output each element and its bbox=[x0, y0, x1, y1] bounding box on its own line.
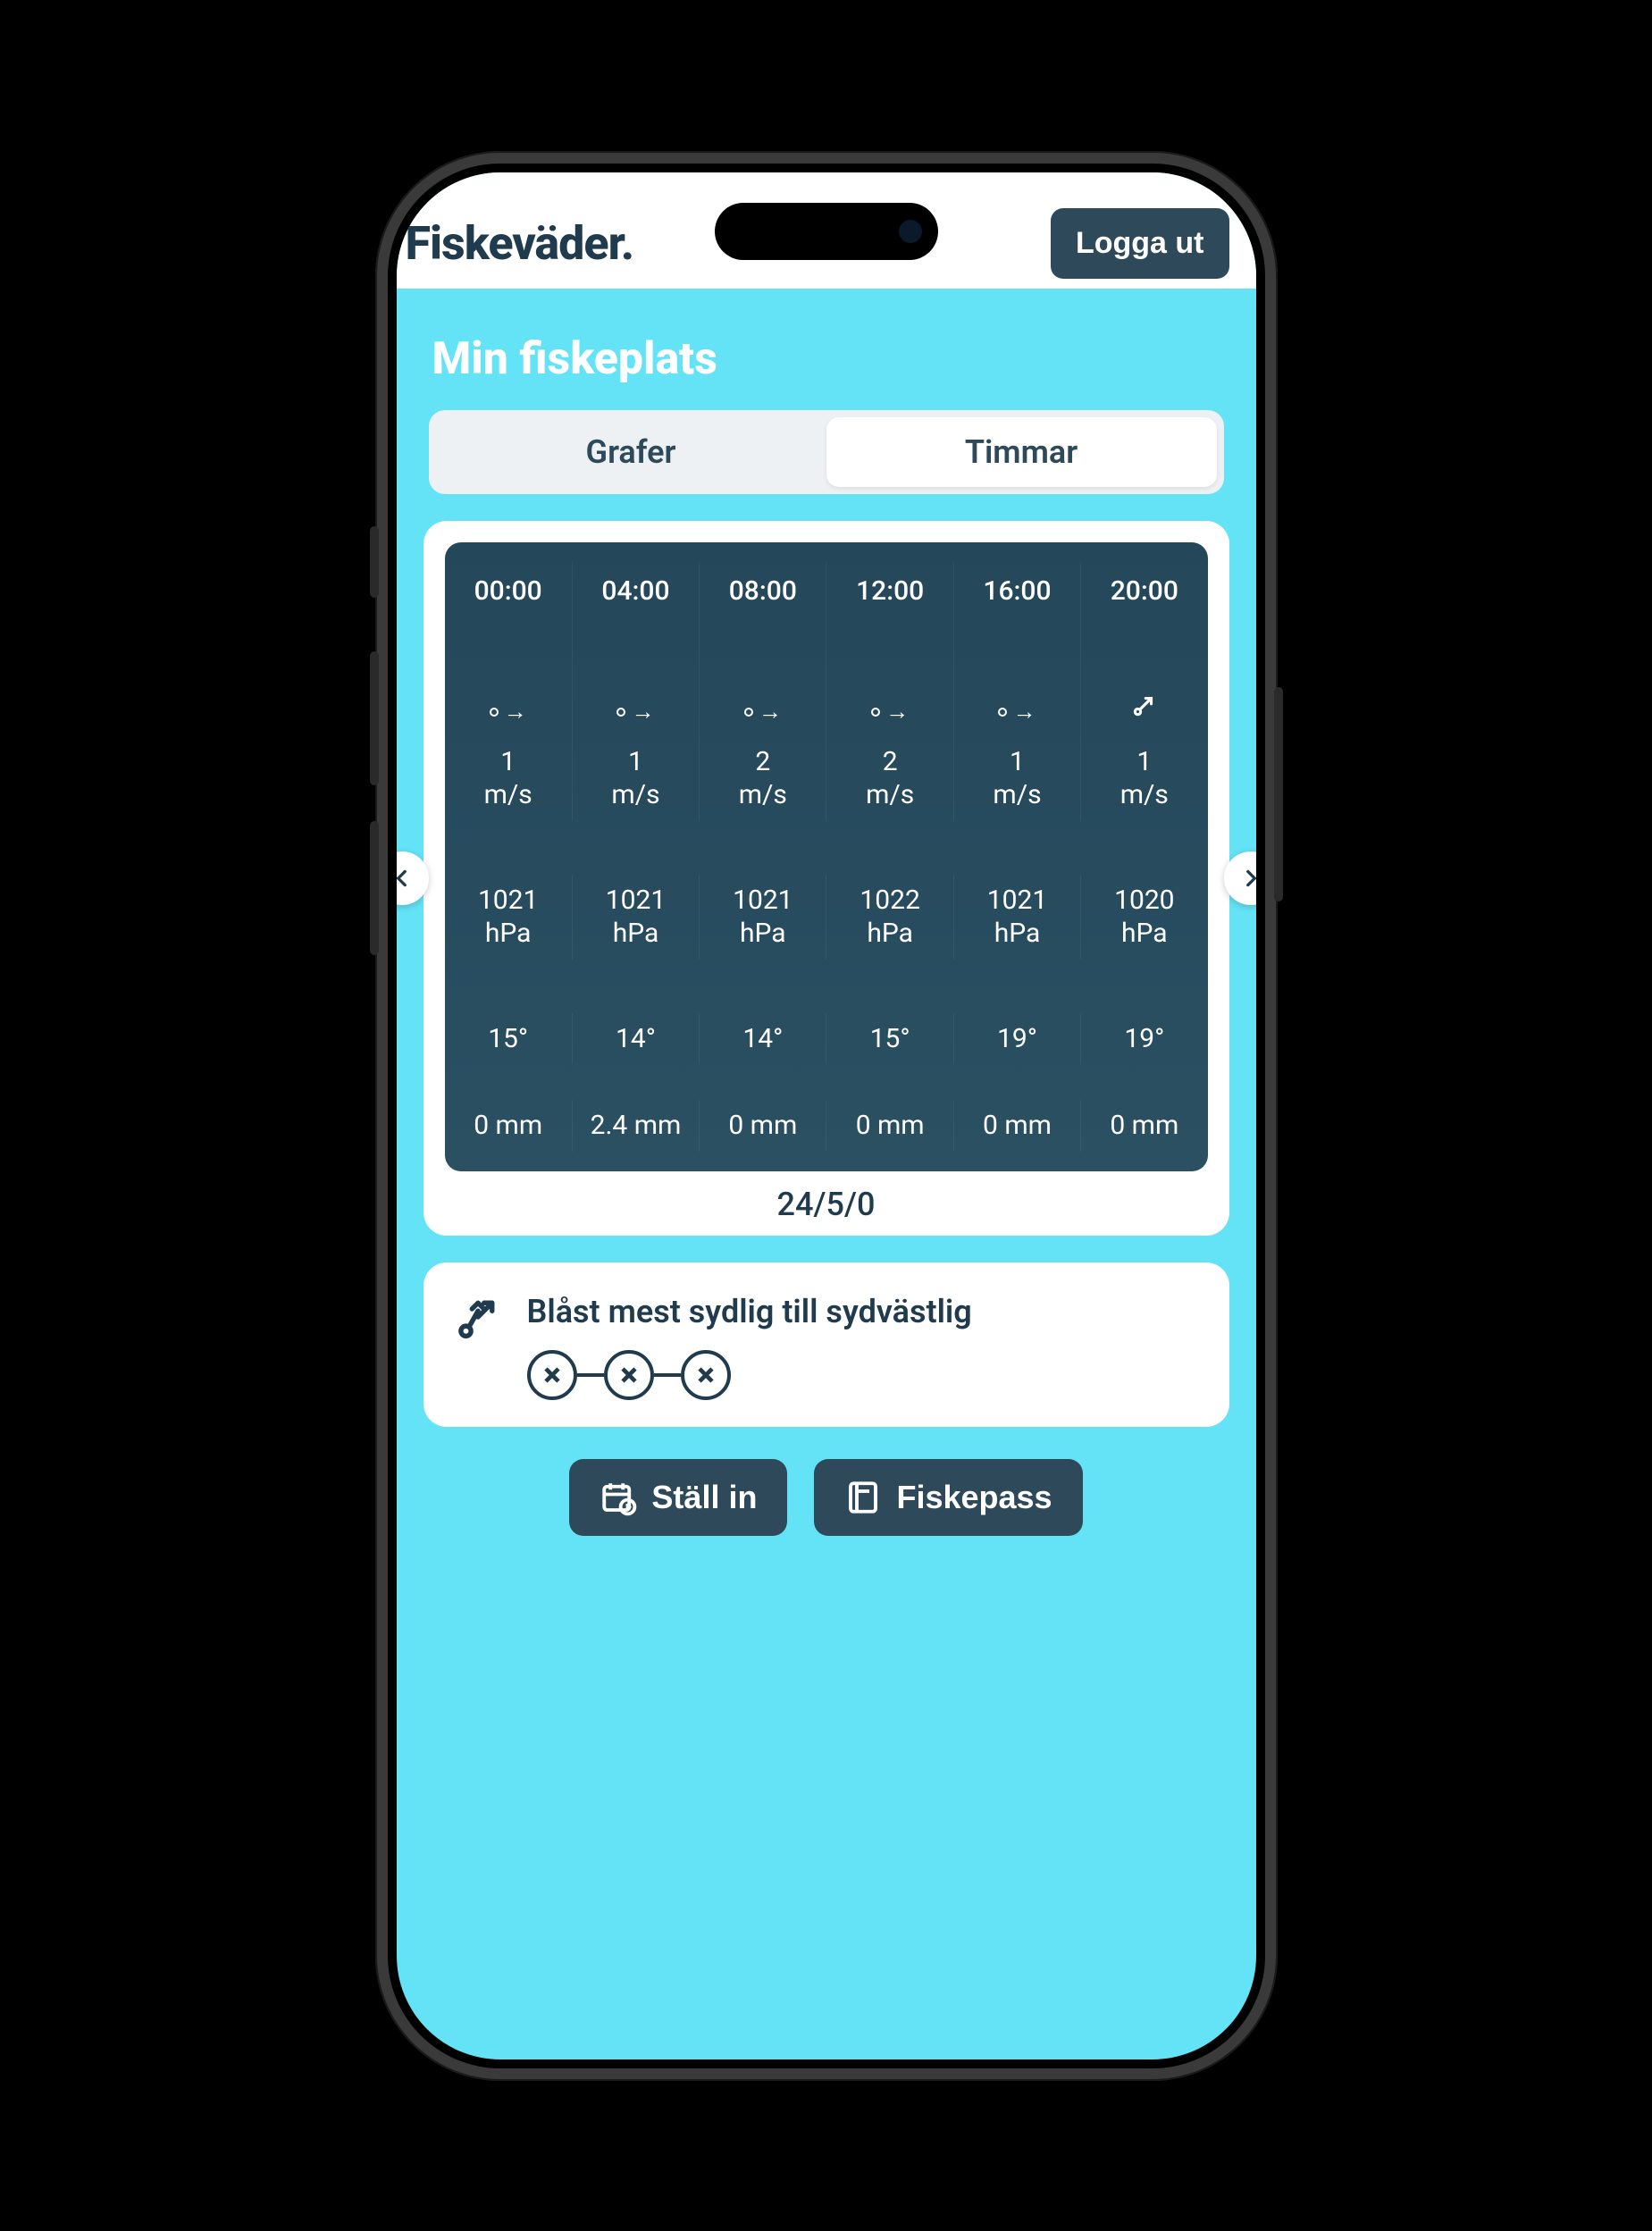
wind-direction-summary-icon bbox=[454, 1293, 502, 1345]
action-buttons: Ställ in Fiskepass bbox=[423, 1459, 1229, 1536]
pressure-cell: 1021hPa bbox=[699, 875, 826, 960]
prev-day-button[interactable] bbox=[397, 851, 429, 905]
rating-indicator bbox=[527, 1350, 1199, 1400]
row-wind-direction: → → → → → bbox=[445, 620, 1208, 736]
wind-arrow-right-icon: → bbox=[490, 698, 527, 727]
tab-graphs[interactable]: Grafer bbox=[436, 417, 826, 487]
wind-speed-cell: 2m/s bbox=[826, 736, 952, 821]
time-cell: 00:00 bbox=[445, 562, 572, 621]
page-title: Min fiskeplats bbox=[432, 333, 1229, 385]
wind-arrow-right-icon: → bbox=[871, 698, 909, 727]
side-button-volume-down bbox=[370, 821, 379, 955]
time-cell: 12:00 bbox=[826, 562, 952, 621]
notebook-icon bbox=[844, 1479, 882, 1516]
side-button-silent bbox=[370, 526, 379, 598]
wind-speed-cell: 1m/s bbox=[953, 736, 1080, 821]
temperature-cell: 14° bbox=[572, 1013, 699, 1065]
precip-cell: 0 mm bbox=[953, 1100, 1080, 1152]
wind-speed-cell: 2m/s bbox=[699, 736, 826, 821]
rating-node-icon bbox=[527, 1350, 577, 1400]
wind-dir-cell: → bbox=[445, 620, 572, 736]
wind-arrow-right-icon: → bbox=[998, 698, 1036, 727]
side-button-volume-up bbox=[370, 651, 379, 785]
next-day-button[interactable] bbox=[1224, 851, 1256, 905]
row-wind-speed: 1m/s 1m/s 2m/s 2m/s 1m/s 1m/s bbox=[445, 736, 1208, 821]
calendar-clock-icon bbox=[600, 1479, 637, 1516]
phone-frame: Fiskeväder. Logga ut Min fiskeplats Graf… bbox=[375, 151, 1278, 2081]
row-temperature: 15° 14° 14° 15° 19° 19° bbox=[445, 1013, 1208, 1065]
pressure-cell: 1020hPa bbox=[1080, 875, 1207, 960]
time-cell: 20:00 bbox=[1080, 562, 1207, 621]
wind-summary-card: Blåst mest sydlig till sydvästlig bbox=[423, 1262, 1229, 1427]
temperature-cell: 15° bbox=[445, 1013, 572, 1065]
tab-hours[interactable]: Timmar bbox=[826, 417, 1217, 487]
wind-dir-cell: → bbox=[699, 620, 826, 736]
logout-button[interactable]: Logga ut bbox=[1051, 208, 1229, 279]
settings-button[interactable]: Ställ in bbox=[569, 1459, 787, 1536]
row-pressure: 1021hPa 1021hPa 1021hPa 1022hPa 1021hPa … bbox=[445, 875, 1208, 960]
wind-dir-cell: → bbox=[826, 620, 952, 736]
row-precipitation: 0 mm 2.4 mm 0 mm 0 mm 0 mm 0 mm bbox=[445, 1100, 1208, 1171]
wind-speed-cell: 1m/s bbox=[445, 736, 572, 821]
side-button-power bbox=[1274, 687, 1283, 902]
wind-arrow-right-icon: → bbox=[744, 698, 782, 727]
pressure-cell: 1022hPa bbox=[826, 875, 952, 960]
chevron-left-icon bbox=[397, 867, 414, 890]
panel-date-label: 24/5/0 bbox=[445, 1186, 1208, 1223]
wind-dir-cell: → bbox=[953, 620, 1080, 736]
pressure-cell: 1021hPa bbox=[953, 875, 1080, 960]
fishpass-button[interactable]: Fiskepass bbox=[814, 1459, 1082, 1536]
time-cell: 08:00 bbox=[699, 562, 826, 621]
row-times: 00:00 04:00 08:00 12:00 16:00 20:00 bbox=[445, 542, 1208, 621]
rating-node-icon bbox=[604, 1350, 654, 1400]
wind-dir-cell bbox=[1080, 620, 1207, 736]
app-title: Fiskeväder. bbox=[406, 216, 634, 271]
view-tabs: Grafer Timmar bbox=[429, 410, 1224, 494]
time-cell: 16:00 bbox=[953, 562, 1080, 621]
precip-cell: 2.4 mm bbox=[572, 1100, 699, 1152]
time-cell: 04:00 bbox=[572, 562, 699, 621]
pressure-cell: 1021hPa bbox=[445, 875, 572, 960]
precip-cell: 0 mm bbox=[445, 1100, 572, 1152]
wind-summary-text: Blåst mest sydlig till sydvästlig bbox=[527, 1293, 1199, 1330]
rating-node-icon bbox=[681, 1350, 731, 1400]
wind-arrow-ne-icon bbox=[1131, 692, 1158, 718]
hours-panel: 00:00 04:00 08:00 12:00 16:00 20:00 → → bbox=[423, 521, 1229, 1236]
temperature-cell: 15° bbox=[826, 1013, 952, 1065]
precip-cell: 0 mm bbox=[826, 1100, 952, 1152]
temperature-cell: 19° bbox=[953, 1013, 1080, 1065]
precip-cell: 0 mm bbox=[699, 1100, 826, 1152]
wind-speed-cell: 1m/s bbox=[1080, 736, 1207, 821]
app-screen: Fiskeväder. Logga ut Min fiskeplats Graf… bbox=[397, 172, 1256, 2059]
temperature-cell: 19° bbox=[1080, 1013, 1207, 1065]
wind-dir-cell: → bbox=[572, 620, 699, 736]
chevron-right-icon bbox=[1239, 867, 1256, 890]
wind-arrow-right-icon: → bbox=[616, 698, 654, 727]
precip-cell: 0 mm bbox=[1080, 1100, 1207, 1152]
dynamic-island bbox=[715, 203, 938, 260]
hourly-data-grid: 00:00 04:00 08:00 12:00 16:00 20:00 → → bbox=[445, 542, 1208, 1171]
settings-button-label: Ställ in bbox=[651, 1479, 757, 1516]
temperature-cell: 14° bbox=[699, 1013, 826, 1065]
fishpass-button-label: Fiskepass bbox=[896, 1479, 1052, 1516]
pressure-cell: 1021hPa bbox=[572, 875, 699, 960]
wind-speed-cell: 1m/s bbox=[572, 736, 699, 821]
